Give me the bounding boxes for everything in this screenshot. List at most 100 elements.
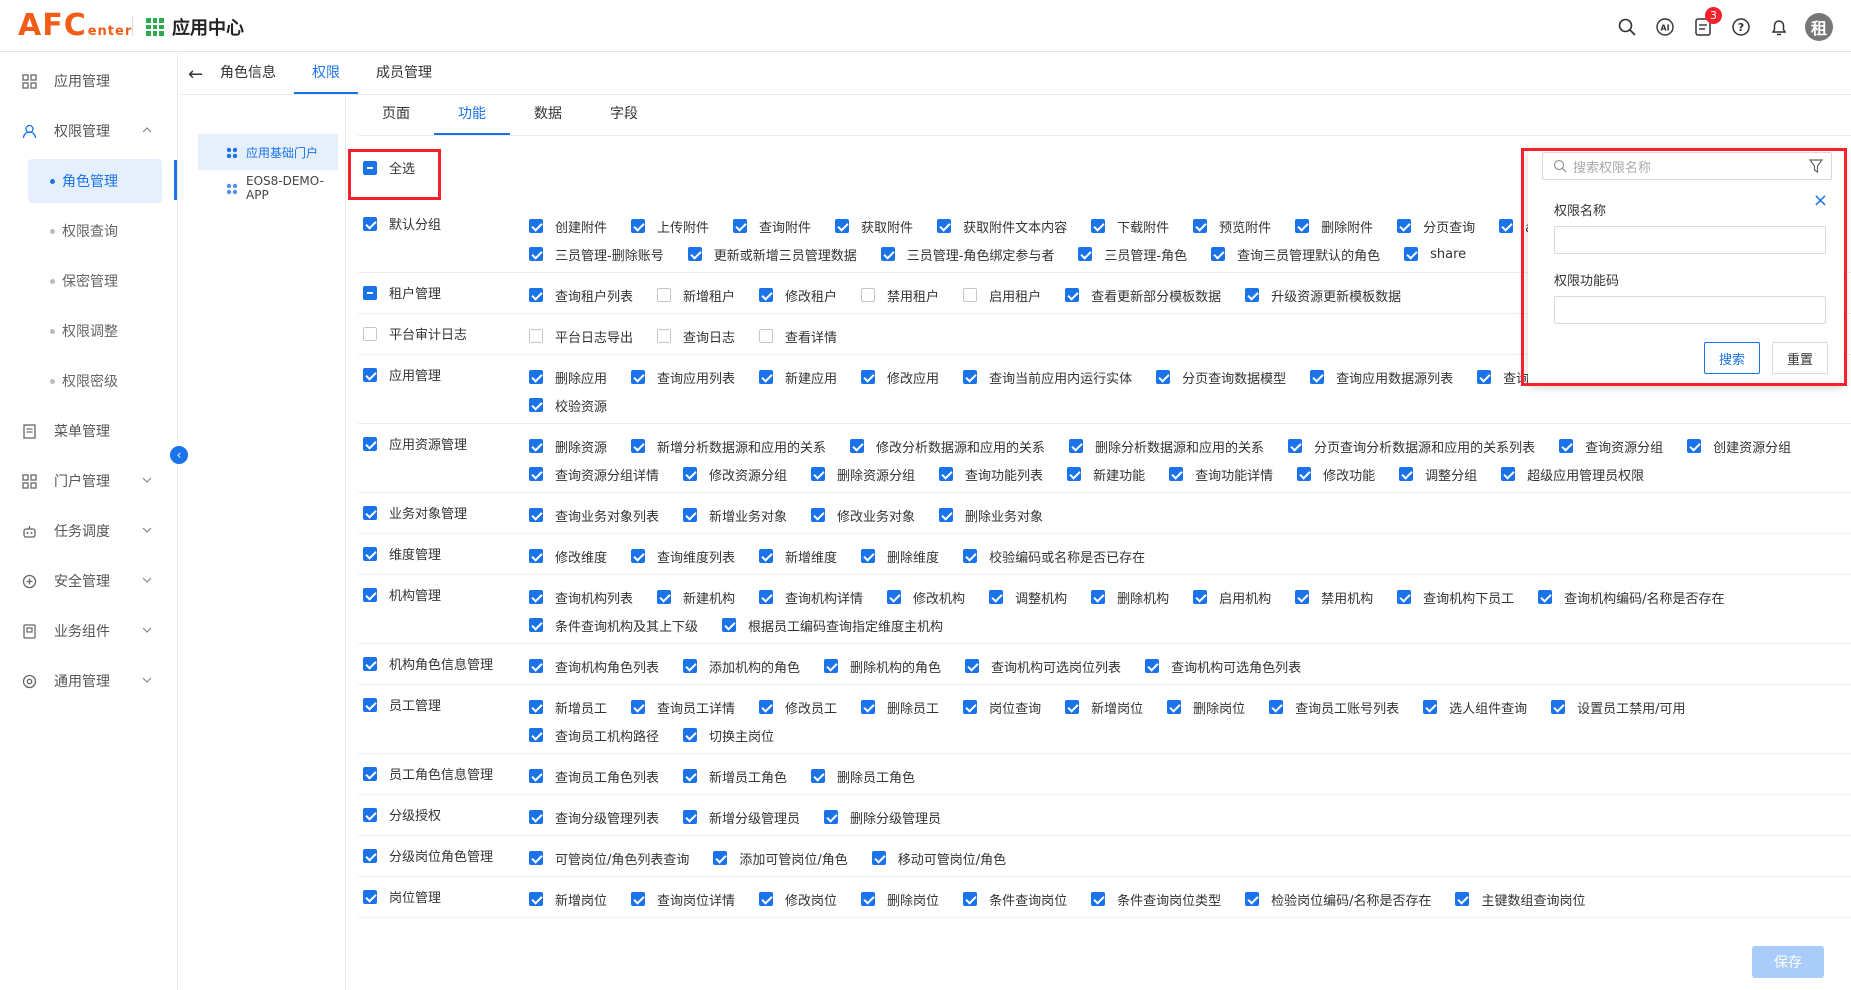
group-name[interactable]: 默认分组 bbox=[363, 214, 441, 233]
permission-item[interactable]: 删除应用 bbox=[529, 363, 607, 391]
permission-item[interactable]: 删除资源分组 bbox=[811, 460, 915, 488]
group-checkbox[interactable] bbox=[363, 848, 377, 863]
permission-item[interactable]: 新建功能 bbox=[1067, 460, 1145, 488]
permission-checkbox[interactable] bbox=[1193, 590, 1208, 604]
permission-checkbox[interactable] bbox=[529, 467, 543, 481]
permission-checkbox[interactable] bbox=[733, 219, 748, 233]
permission-item[interactable]: 启用机构 bbox=[1193, 583, 1271, 611]
permission-item[interactable]: 修改分析数据源和应用的关系 bbox=[850, 432, 1045, 460]
permission-item[interactable]: 查询员工角色列表 bbox=[529, 762, 659, 790]
permission-checkbox[interactable] bbox=[759, 892, 774, 906]
permission-item[interactable]: 查询机构编码/名称是否存在 bbox=[1538, 583, 1725, 611]
permission-checkbox[interactable] bbox=[963, 370, 978, 384]
portal-item[interactable]: 应用基础门户 bbox=[198, 134, 338, 170]
permission-checkbox[interactable] bbox=[861, 288, 876, 302]
app-center-button[interactable]: 应用中心 bbox=[146, 14, 244, 40]
permission-checkbox[interactable] bbox=[631, 892, 646, 906]
permission-checkbox[interactable] bbox=[963, 700, 978, 714]
permission-checkbox[interactable] bbox=[759, 329, 774, 343]
permission-item[interactable]: 查询资源分组 bbox=[1559, 432, 1663, 460]
sidebar-item-permission-level[interactable]: 权限密级 bbox=[0, 359, 178, 403]
permission-item[interactable]: 三员管理-删除账号 bbox=[529, 240, 664, 268]
permission-item[interactable]: 删除业务对象 bbox=[939, 501, 1043, 529]
sidebar-item-app-management[interactable]: 应用管理 bbox=[0, 59, 178, 103]
permission-item[interactable]: 查询应用列表 bbox=[631, 363, 735, 391]
permission-item[interactable]: 条件查询机构及其上下级 bbox=[529, 611, 698, 639]
reset-button[interactable]: 重置 bbox=[1772, 342, 1828, 374]
permission-item[interactable]: 新增岗位 bbox=[529, 885, 607, 913]
permission-item[interactable]: 删除分析数据源和应用的关系 bbox=[1069, 432, 1264, 460]
sidebar-item-permission-adjust[interactable]: 权限调整 bbox=[0, 309, 178, 353]
group-checkbox[interactable] bbox=[363, 697, 377, 712]
ai-icon[interactable]: AI bbox=[1653, 15, 1677, 39]
permission-item[interactable]: 新增岗位 bbox=[1065, 693, 1143, 721]
permission-checkbox[interactable] bbox=[1069, 439, 1084, 453]
permission-item[interactable]: 查询机构可选角色列表 bbox=[1145, 652, 1301, 680]
permission-checkbox[interactable] bbox=[529, 700, 543, 714]
permission-checkbox[interactable] bbox=[1538, 590, 1553, 604]
permission-item[interactable]: 删除岗位 bbox=[861, 885, 939, 913]
permission-checkbox[interactable] bbox=[683, 769, 698, 783]
permission-item[interactable]: 查询三员管理默认的角色 bbox=[1211, 240, 1380, 268]
permission-checkbox[interactable] bbox=[1211, 247, 1226, 261]
permission-checkbox[interactable] bbox=[861, 700, 876, 714]
permission-checkbox[interactable] bbox=[631, 700, 646, 714]
tab-field[interactable]: 字段 bbox=[586, 94, 662, 135]
group-checkbox[interactable] bbox=[363, 285, 377, 300]
permission-item[interactable]: 修改资源分组 bbox=[683, 460, 787, 488]
permission-item[interactable]: 查询应用数据源列表 bbox=[1310, 363, 1453, 391]
permission-item[interactable]: 查看更新部分模板数据 bbox=[1065, 281, 1221, 309]
back-arrow-icon[interactable]: ← bbox=[188, 64, 203, 85]
sidebar-item-role-management[interactable]: 角色管理 bbox=[28, 159, 162, 203]
permission-checkbox[interactable] bbox=[529, 398, 543, 412]
permission-checkbox[interactable] bbox=[1687, 439, 1702, 453]
permission-checkbox[interactable] bbox=[759, 590, 774, 604]
group-checkbox[interactable] bbox=[363, 766, 377, 781]
select-all[interactable]: 全选 bbox=[363, 158, 415, 177]
permission-item[interactable]: 新增维度 bbox=[759, 542, 837, 570]
permission-checkbox[interactable] bbox=[861, 892, 876, 906]
sidebar-item-task-scheduling[interactable]: 任务调度 bbox=[0, 509, 178, 553]
permission-checkbox[interactable] bbox=[683, 508, 698, 522]
permission-item[interactable]: 创建附件 bbox=[529, 212, 607, 240]
permission-item[interactable]: 分页查询 bbox=[1397, 212, 1475, 240]
permission-checkbox[interactable] bbox=[683, 467, 698, 481]
task-icon[interactable]: 3 bbox=[1691, 7, 1722, 39]
permission-checkbox[interactable] bbox=[1499, 219, 1514, 233]
tab-data[interactable]: 数据 bbox=[510, 94, 586, 135]
permission-item[interactable]: 检验岗位编码/名称是否存在 bbox=[1245, 885, 1431, 913]
permission-checkbox[interactable] bbox=[529, 288, 543, 302]
group-checkbox[interactable] bbox=[363, 505, 377, 520]
permission-item[interactable]: 选人组件查询 bbox=[1423, 693, 1527, 721]
permission-item[interactable]: 预览附件 bbox=[1193, 212, 1271, 240]
permission-checkbox[interactable] bbox=[1091, 892, 1106, 906]
permission-checkbox[interactable] bbox=[1397, 219, 1412, 233]
sidebar-item-permission-management[interactable]: 权限管理 bbox=[0, 109, 178, 153]
permission-checkbox[interactable] bbox=[631, 370, 646, 384]
group-name[interactable]: 分级授权 bbox=[363, 805, 441, 824]
permission-item[interactable]: 查询当前应用内运行实体 bbox=[963, 363, 1132, 391]
permission-name-input[interactable] bbox=[1554, 226, 1826, 254]
group-checkbox[interactable] bbox=[363, 889, 377, 904]
permission-checkbox[interactable] bbox=[683, 728, 698, 742]
permission-checkbox[interactable] bbox=[759, 700, 774, 714]
permission-item[interactable]: 删除机构的角色 bbox=[824, 652, 941, 680]
permission-checkbox[interactable] bbox=[1404, 247, 1419, 261]
permission-item[interactable]: 查询业务对象列表 bbox=[529, 501, 659, 529]
permission-checkbox[interactable] bbox=[722, 618, 737, 632]
permission-checkbox[interactable] bbox=[1067, 467, 1082, 481]
sidebar-item-portal-management[interactable]: 门户管理 bbox=[0, 459, 178, 503]
permission-item[interactable]: 升级资源更新模板数据 bbox=[1245, 281, 1401, 309]
avatar[interactable]: 租 bbox=[1805, 13, 1833, 41]
permission-checkbox[interactable] bbox=[1091, 219, 1106, 233]
permission-checkbox[interactable] bbox=[657, 329, 672, 343]
permission-item[interactable]: 查询员工详情 bbox=[631, 693, 735, 721]
permission-item[interactable]: 新增业务对象 bbox=[683, 501, 787, 529]
search-input[interactable]: 搜索权限名称 bbox=[1542, 152, 1832, 180]
permission-item[interactable]: 岗位查询 bbox=[963, 693, 1041, 721]
permission-item[interactable]: 查询机构可选岗位列表 bbox=[965, 652, 1121, 680]
permission-checkbox[interactable] bbox=[1169, 467, 1184, 481]
permission-item[interactable]: 查询机构列表 bbox=[529, 583, 633, 611]
permission-item[interactable]: 修改应用 bbox=[861, 363, 939, 391]
permission-item[interactable]: 删除机构 bbox=[1091, 583, 1169, 611]
